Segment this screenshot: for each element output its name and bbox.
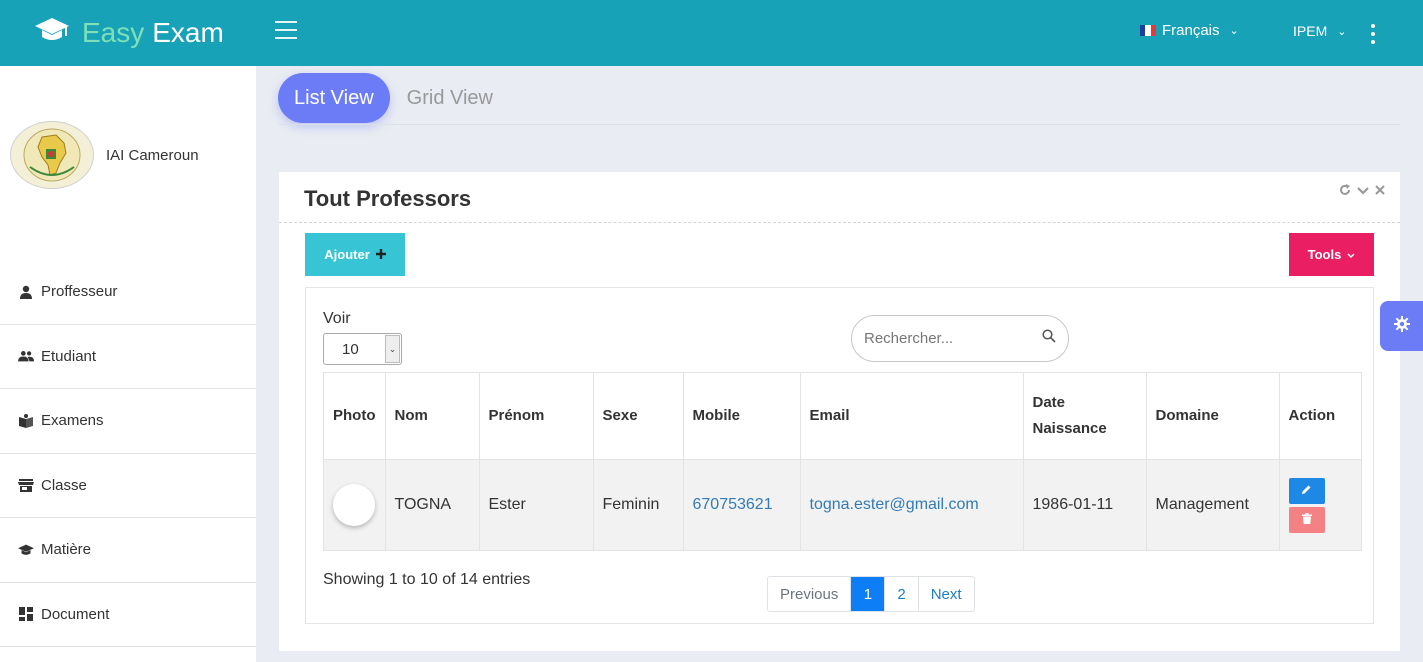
close-icon[interactable] [1375, 184, 1385, 199]
cell-action [1278, 459, 1362, 551]
view-tabs: List View Grid View [278, 73, 493, 123]
column-header-date-line2: Naissance [1032, 420, 1107, 437]
refresh-icon[interactable] [1339, 184, 1351, 199]
sidebar: IAI Cameroun Proffesseur Etudiant Examen… [0, 66, 256, 662]
column-header-domaine[interactable]: Domaine [1145, 372, 1280, 460]
user-menu[interactable]: IPEM ⌄ [1293, 23, 1346, 39]
sidebar-menu: Proffesseur Etudiant Examens Classe Mati… [0, 260, 256, 647]
search-box[interactable] [851, 315, 1069, 362]
tab-list-view[interactable]: List View [278, 73, 390, 123]
column-header-prenom[interactable]: Prénom [478, 372, 594, 460]
pagination-previous[interactable]: Previous [768, 577, 850, 611]
profile-name: IAI Cameroun [106, 146, 199, 164]
cell-photo [323, 459, 386, 551]
collapse-chevron-icon[interactable] [1357, 184, 1369, 199]
more-options-icon[interactable] [1369, 24, 1377, 44]
pagination: Previous 1 2 Next [767, 576, 975, 612]
top-bar: Easy Exam Français ⌄ IPEM ⌄ [0, 0, 1423, 66]
search-icon[interactable] [1042, 329, 1056, 348]
column-header-action[interactable]: Action [1278, 372, 1362, 460]
column-header-photo[interactable]: Photo [323, 372, 386, 460]
edit-button[interactable] [1288, 477, 1325, 504]
table-header-row: Photo Nom Prénom Sexe Mobile Email Date … [323, 372, 1362, 460]
tools-dropdown-button[interactable]: Tools [1289, 233, 1374, 276]
cell-prenom: Ester [478, 459, 594, 551]
dashboard-icon [18, 606, 34, 622]
sidebar-item-label: Matière [41, 541, 92, 559]
brand-word-easy: Easy [82, 16, 145, 48]
institution-logo [10, 121, 94, 189]
pagination-page-1[interactable]: 1 [850, 577, 885, 611]
sidebar-item-etudiant[interactable]: Etudiant [0, 325, 256, 389]
card-divider [279, 222, 1400, 223]
chevron-down-icon: ⌄ [385, 335, 400, 363]
tab-grid-view[interactable]: Grid View [407, 87, 493, 110]
search-input[interactable] [864, 330, 1042, 347]
column-header-sexe[interactable]: Sexe [592, 372, 684, 460]
plus-icon [375, 247, 386, 262]
user-label: IPEM [1293, 23, 1328, 39]
card-tools [1339, 184, 1385, 199]
delete-button[interactable] [1288, 506, 1325, 533]
sidebar-item-classe[interactable]: Classe [0, 454, 256, 518]
brand[interactable]: Easy Exam [34, 16, 224, 49]
table-wrapper: Voir 10 ⌄ Photo Nom Prénom Sexe Mobile E… [305, 287, 1374, 624]
sidebar-item-label: Classe [41, 476, 87, 494]
chevron-down-icon: ⌄ [1229, 25, 1239, 37]
add-button-label: Ajouter [324, 247, 370, 262]
france-flag-icon [1140, 25, 1156, 36]
gear-icon [1393, 315, 1410, 337]
pagination-summary: Showing 1 to 10 of 14 entries [323, 571, 531, 588]
column-header-email[interactable]: Email [799, 372, 1024, 460]
trash-icon [1301, 511, 1312, 529]
sidebar-item-label: Etudiant [41, 347, 97, 365]
person-icon [18, 284, 34, 300]
language-label: Français [1162, 22, 1220, 39]
sidebar-item-label: Proffesseur [41, 283, 118, 301]
book-icon [18, 413, 34, 429]
cell-date-naissance: 1986-01-11 [1022, 459, 1147, 551]
sidebar-profile[interactable]: IAI Cameroun [10, 121, 199, 189]
cell-email-link[interactable]: togna.ester@gmail.com [799, 459, 1024, 551]
sidebar-item-label: Examens [41, 412, 104, 430]
column-header-mobile[interactable]: Mobile [682, 372, 801, 460]
sidebar-item-proffesseur[interactable]: Proffesseur [0, 260, 256, 325]
graduation-cap-logo-icon [34, 16, 70, 49]
professors-table: Photo Nom Prénom Sexe Mobile Email Date … [323, 372, 1362, 551]
people-icon [18, 348, 34, 364]
column-header-date-naissance[interactable]: Date Naissance [1022, 372, 1147, 460]
chevron-down-icon [1347, 247, 1355, 262]
graduation-cap-icon [18, 542, 34, 558]
menu-toggle-icon[interactable] [275, 21, 297, 39]
column-header-nom[interactable]: Nom [384, 372, 480, 460]
cell-mobile-link[interactable]: 670753621 [682, 459, 801, 551]
settings-panel-toggle[interactable] [1380, 301, 1423, 351]
chevron-down-icon: ⌄ [1337, 25, 1347, 38]
page-title: Tout Professors [304, 186, 472, 211]
table-row: TOGNA Ester Feminin 670753621 togna.este… [323, 459, 1362, 551]
page-size-label: Voir [323, 310, 351, 327]
cell-domaine: Management [1145, 459, 1280, 551]
brand-word-exam: Exam [152, 16, 224, 48]
page-size-select[interactable]: 10 ⌄ [323, 333, 402, 365]
sidebar-item-examens[interactable]: Examens [0, 389, 256, 454]
sidebar-item-document[interactable]: Document [0, 583, 256, 647]
sidebar-item-label: Document [41, 605, 110, 623]
column-header-date-line1: Date [1032, 394, 1066, 411]
pencil-icon [1301, 482, 1312, 500]
professors-card: Tout Professors Ajouter Tools Voir 10 ⌄ [279, 172, 1400, 651]
pagination-next[interactable]: Next [917, 577, 974, 611]
language-selector[interactable]: Français ⌄ [1140, 22, 1239, 39]
add-professor-button[interactable]: Ajouter [305, 233, 405, 276]
cell-sexe: Feminin [592, 459, 684, 551]
tabs-divider [278, 124, 1400, 125]
pagination-page-2[interactable]: 2 [884, 577, 917, 611]
page-size-value: 10 [342, 340, 359, 358]
cell-nom: TOGNA [384, 459, 480, 551]
tools-button-label: Tools [1307, 247, 1342, 262]
store-icon [18, 477, 34, 493]
row-actions [1288, 477, 1352, 533]
avatar [333, 484, 375, 526]
sidebar-item-matiere[interactable]: Matière [0, 518, 256, 583]
